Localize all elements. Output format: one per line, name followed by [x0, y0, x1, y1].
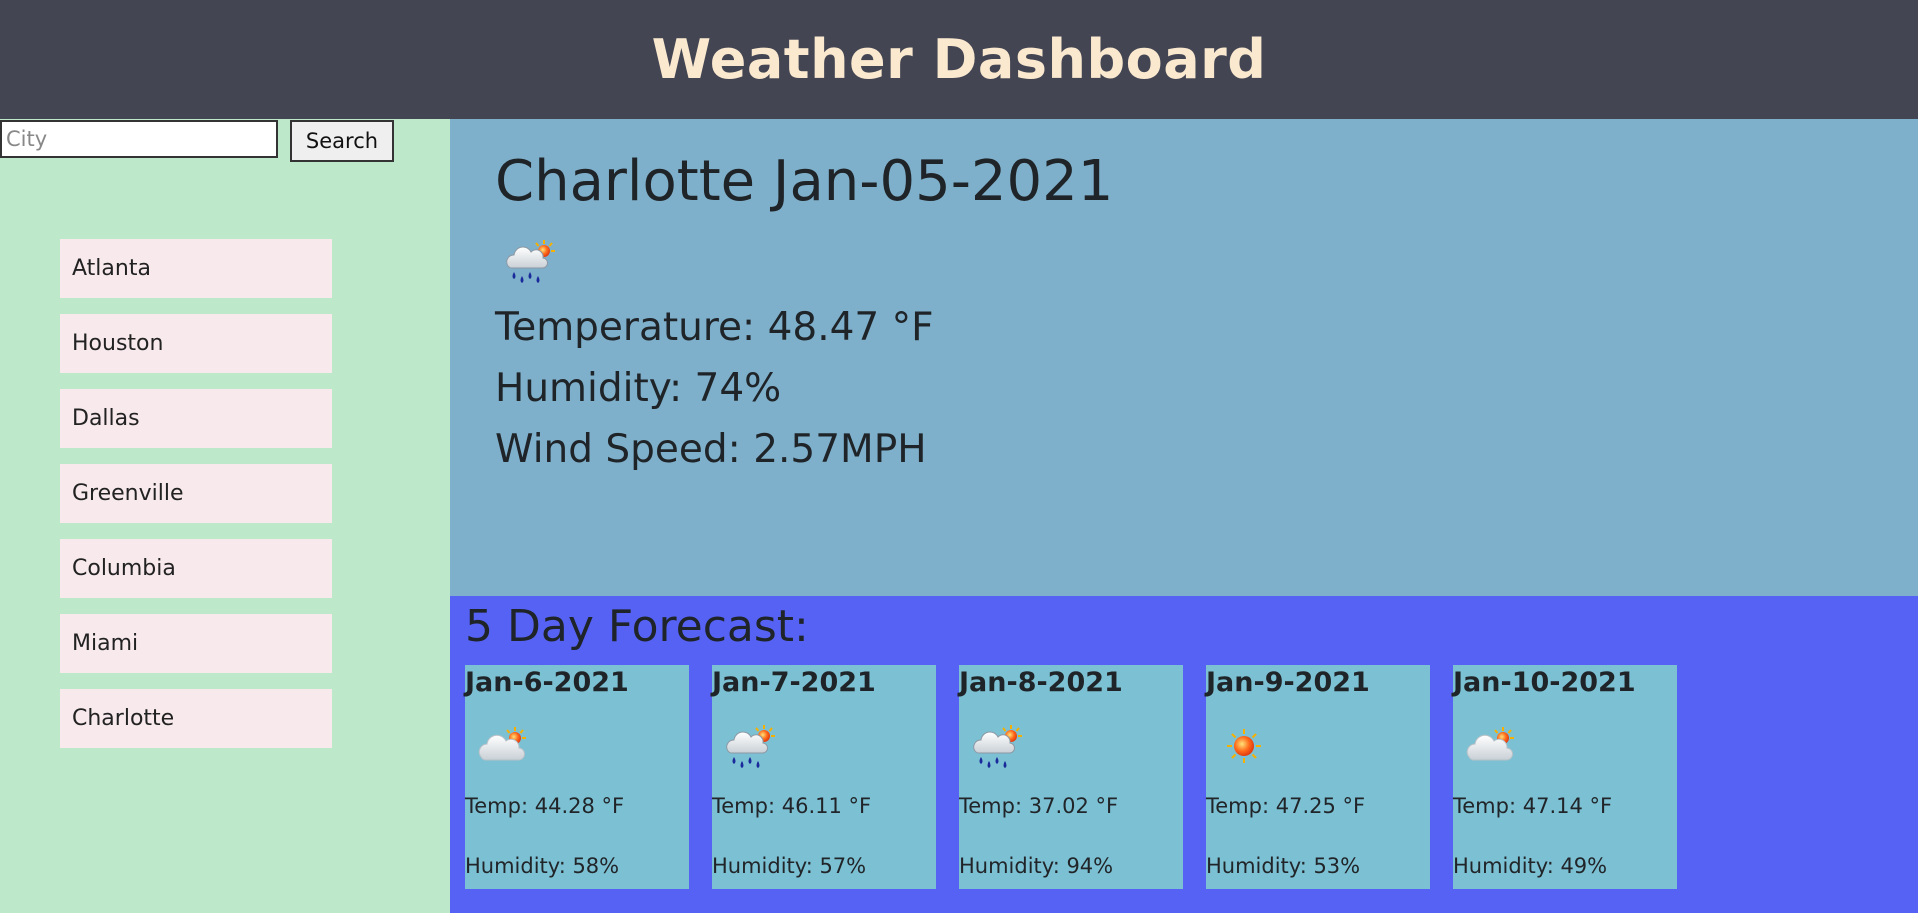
history-city-item[interactable]: Miami	[60, 614, 332, 673]
forecast-card: Jan-8-2021 Temp: 37.02 °F Humidity: 94%	[959, 665, 1183, 889]
sun-icon	[1214, 721, 1274, 771]
forecast-title: 5 Day Forecast:	[465, 601, 809, 652]
forecast-card: Jan-6-2021 Temp: 44.28 °F Humidity: 58%	[465, 665, 689, 889]
history-city-item[interactable]: Dallas	[60, 389, 332, 448]
forecast-humidity: Humidity: 94%	[959, 854, 1114, 878]
current-humidity: Humidity: 74%	[495, 366, 782, 411]
forecast-date: Jan-8-2021	[959, 667, 1123, 698]
forecast-humidity: Humidity: 57%	[712, 854, 867, 878]
forecast-date: Jan-6-2021	[465, 667, 629, 698]
cloud-sun-icon	[1461, 721, 1521, 771]
current-temperature: Temperature: 48.47 °F	[495, 305, 934, 350]
search-history-list: Atlanta Houston Dallas Greenville Columb…	[60, 239, 332, 764]
current-wind-speed: Wind Speed: 2.57MPH	[495, 427, 927, 472]
forecast-temp: Temp: 47.25 °F	[1206, 794, 1366, 818]
history-city-item[interactable]: Charlotte	[60, 689, 332, 748]
rain-cloud-sun-icon	[967, 721, 1027, 771]
forecast-date: Jan-10-2021	[1453, 667, 1636, 698]
current-weather-panel: Charlotte Jan-05-2021 Temperature: 48.47…	[450, 119, 1918, 596]
history-city-item[interactable]: Greenville	[60, 464, 332, 523]
forecast-temp: Temp: 44.28 °F	[465, 794, 625, 818]
app-title: Weather Dashboard	[651, 28, 1267, 91]
forecast-date: Jan-9-2021	[1206, 667, 1370, 698]
cloud-sun-icon	[473, 721, 533, 771]
forecast-date: Jan-7-2021	[712, 667, 876, 698]
forecast-temp: Temp: 37.02 °F	[959, 794, 1119, 818]
forecast-humidity: Humidity: 49%	[1453, 854, 1608, 878]
search-button[interactable]: Search	[290, 120, 394, 162]
forecast-temp: Temp: 47.14 °F	[1453, 794, 1613, 818]
app-header: Weather Dashboard	[0, 0, 1918, 119]
forecast-card: Jan-10-2021 Temp: 47.14 °F Humidity: 49%	[1453, 665, 1677, 889]
forecast-section: 5 Day Forecast: Jan-6-2021 Temp: 44.28 °…	[450, 596, 1918, 913]
history-city-item[interactable]: Columbia	[60, 539, 332, 598]
rain-cloud-sun-icon	[500, 236, 560, 286]
history-city-item[interactable]: Houston	[60, 314, 332, 373]
forecast-humidity: Humidity: 58%	[465, 854, 620, 878]
forecast-humidity: Humidity: 53%	[1206, 854, 1361, 878]
sidebar: Search Atlanta Houston Dallas Greenville…	[0, 119, 450, 913]
city-search-input[interactable]	[0, 120, 278, 158]
forecast-temp: Temp: 46.11 °F	[712, 794, 872, 818]
current-city-date: Charlotte Jan-05-2021	[495, 149, 1114, 214]
history-city-item[interactable]: Atlanta	[60, 239, 332, 298]
forecast-card: Jan-9-2021 Temp: 47.25 °F Humidity: 53%	[1206, 665, 1430, 889]
rain-cloud-sun-icon	[720, 721, 780, 771]
forecast-card: Jan-7-2021 Temp: 46.11 °F Humidity: 57%	[712, 665, 936, 889]
